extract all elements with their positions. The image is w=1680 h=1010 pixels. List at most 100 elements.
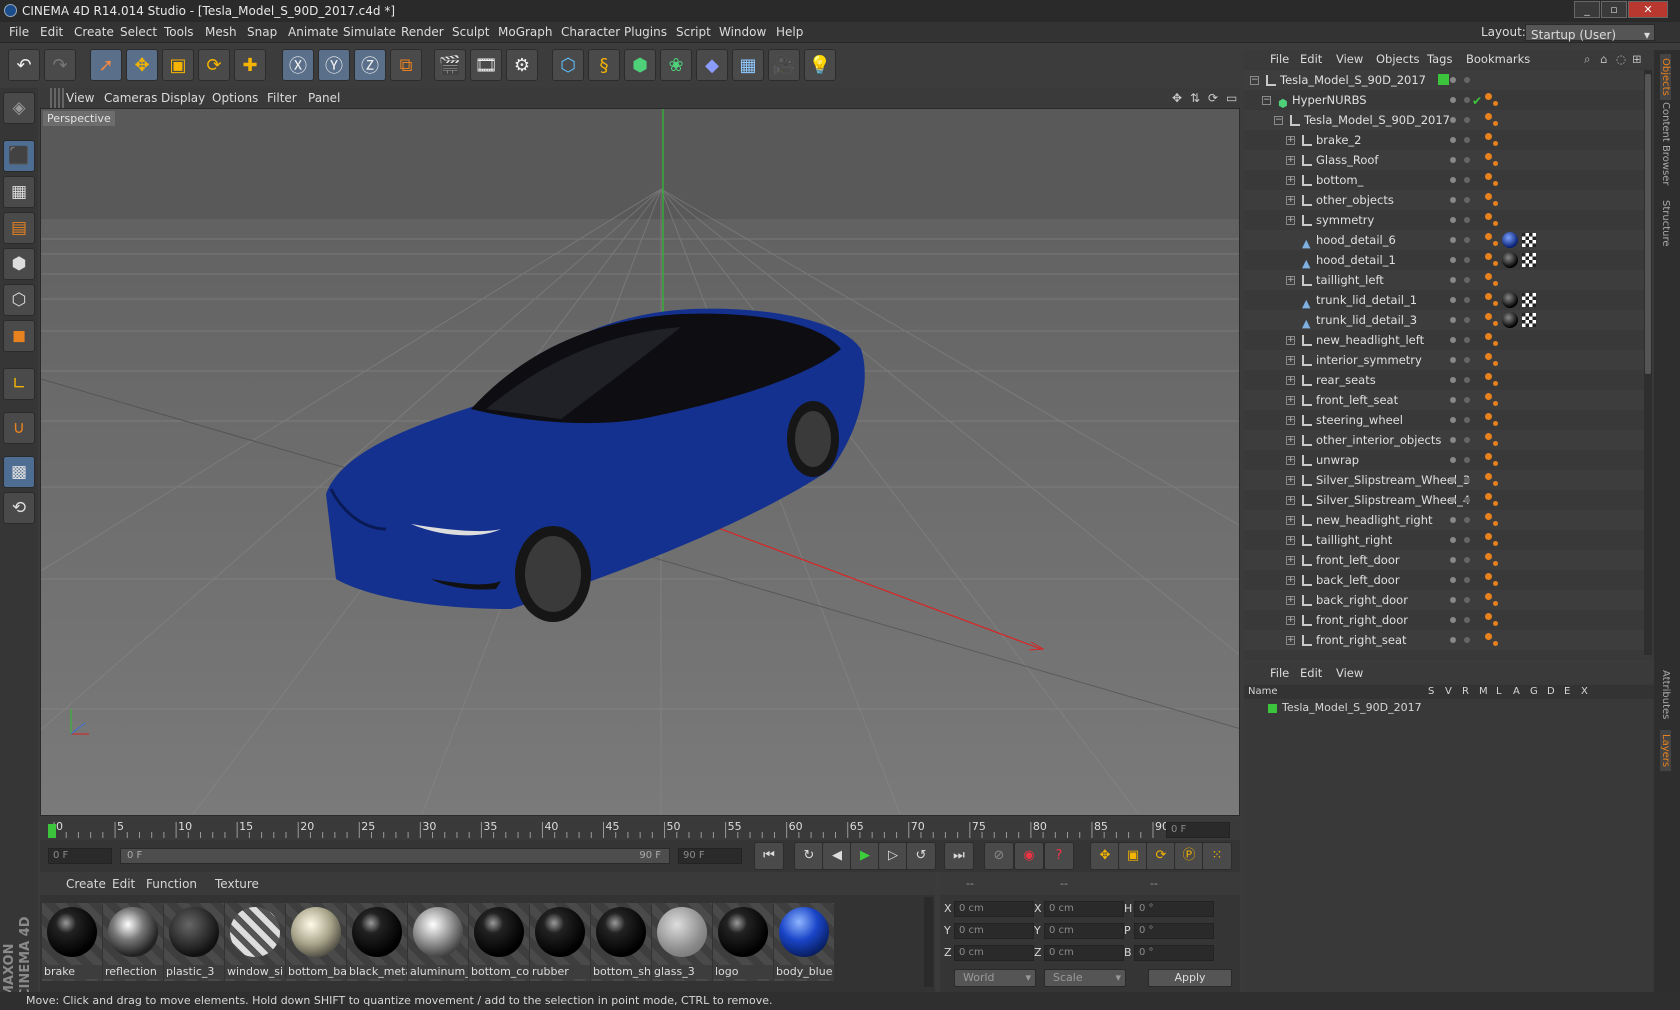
render-view-button[interactable]: 🎬: [434, 49, 466, 81]
object-row[interactable]: + back_right_door: [1244, 590, 1644, 610]
menu-simulate[interactable]: Simulate: [343, 22, 396, 43]
vp-menu-options[interactable]: Options: [212, 88, 258, 108]
add-deformer-button[interactable]: ◆: [696, 49, 728, 81]
menu-plugins[interactable]: Plugins: [624, 22, 667, 43]
coord-value-field[interactable]: 0 cm: [954, 945, 1034, 961]
start-frame-field[interactable]: 0 F: [48, 848, 112, 864]
phong-tag-icon[interactable]: [1485, 513, 1492, 520]
menu-snap[interactable]: Snap: [247, 22, 277, 43]
object-row[interactable]: ▲ trunk_lid_detail_3: [1244, 310, 1644, 330]
phong-tag-icon[interactable]: [1493, 141, 1498, 146]
editor-visibility-dot[interactable]: [1450, 497, 1456, 503]
editor-visibility-dot[interactable]: [1450, 177, 1456, 183]
phong-tag-icon[interactable]: [1485, 393, 1492, 400]
key-rotation-button[interactable]: ⟳: [1146, 842, 1176, 870]
phong-tag-icon[interactable]: [1493, 101, 1498, 106]
obj-menu-file[interactable]: File: [1270, 50, 1289, 68]
material-tag-icon[interactable]: [1502, 232, 1518, 248]
tab-attributes[interactable]: Attributes: [1660, 670, 1671, 719]
editor-visibility-dot[interactable]: [1450, 637, 1456, 643]
expand-toggle[interactable]: +: [1286, 176, 1295, 185]
expand-toggle[interactable]: +: [1286, 136, 1295, 145]
minimize-button[interactable]: _: [1574, 1, 1600, 18]
menu-mograph[interactable]: MoGraph: [498, 22, 553, 43]
render-visibility-dot[interactable]: [1464, 517, 1470, 523]
expand-toggle[interactable]: +: [1286, 596, 1295, 605]
object-row[interactable]: + rear_seats: [1244, 370, 1644, 390]
expand-toggle[interactable]: −: [1250, 76, 1259, 85]
material-swatch[interactable]: body_blue: [774, 903, 834, 981]
object-row[interactable]: + front_right_seat: [1244, 630, 1644, 650]
phong-tag-icon[interactable]: [1493, 341, 1498, 346]
vp-menu-panel[interactable]: Panel: [308, 88, 340, 108]
home-icon[interactable]: ⌂: [1600, 50, 1607, 68]
editor-visibility-dot[interactable]: [1450, 597, 1456, 603]
phong-tag-icon[interactable]: [1485, 493, 1492, 500]
menu-select[interactable]: Select: [120, 22, 157, 43]
expand-toggle[interactable]: −: [1274, 116, 1283, 125]
render-visibility-dot[interactable]: [1464, 557, 1470, 563]
checkmark-icon[interactable]: ✔: [1472, 91, 1482, 111]
phong-tag-icon[interactable]: [1485, 233, 1492, 240]
menu-window[interactable]: Window: [719, 22, 766, 43]
phong-tag-icon[interactable]: [1493, 501, 1498, 506]
menu-edit[interactable]: Edit: [40, 22, 63, 43]
apply-button[interactable]: Apply: [1148, 969, 1232, 987]
layout-dropdown[interactable]: Startup (User) ▾: [1525, 24, 1655, 42]
editor-visibility-dot[interactable]: [1450, 617, 1456, 623]
render-visibility-dot[interactable]: [1464, 257, 1470, 263]
new-window-icon[interactable]: ⊞: [1632, 50, 1642, 68]
vp-menu-cameras[interactable]: Cameras: [104, 88, 157, 108]
obj-menu-tags[interactable]: Tags: [1427, 50, 1452, 68]
menu-mesh[interactable]: Mesh: [205, 22, 237, 43]
object-row[interactable]: + front_left_door: [1244, 550, 1644, 570]
layer-col-l[interactable]: L: [1496, 685, 1502, 699]
layer-menu-file[interactable]: File: [1270, 663, 1289, 683]
material-swatch[interactable]: black_meta: [347, 903, 407, 981]
phong-tag-icon[interactable]: [1493, 561, 1498, 566]
phong-tag-icon[interactable]: [1485, 413, 1492, 420]
vp-menu-filter[interactable]: Filter: [267, 88, 297, 108]
layer-col-d[interactable]: D: [1547, 685, 1555, 699]
phong-tag-icon[interactable]: [1485, 373, 1492, 380]
editor-visibility-dot[interactable]: [1450, 577, 1456, 583]
maximize-view-icon[interactable]: ▭: [1226, 88, 1237, 108]
editor-visibility-dot[interactable]: [1450, 237, 1456, 243]
phong-tag-icon[interactable]: [1485, 573, 1492, 580]
coord-value-field[interactable]: 0 cm: [1044, 901, 1124, 917]
phong-tag-icon[interactable]: [1493, 621, 1498, 626]
layer-menu-edit[interactable]: Edit: [1300, 663, 1322, 683]
render-visibility-dot[interactable]: [1464, 417, 1470, 423]
object-scrollbar[interactable]: [1644, 70, 1652, 655]
render-visibility-dot[interactable]: [1464, 377, 1470, 383]
texture-mode-button[interactable]: ▦: [3, 176, 35, 208]
add-light-button[interactable]: 💡: [804, 49, 836, 81]
playhead[interactable]: [48, 824, 56, 838]
editor-visibility-dot[interactable]: [1450, 537, 1456, 543]
editor-visibility-dot[interactable]: [1450, 137, 1456, 143]
play-button[interactable]: ▶: [850, 842, 880, 870]
obj-menu-edit[interactable]: Edit: [1300, 50, 1322, 68]
phong-tag-icon[interactable]: [1485, 173, 1492, 180]
render-visibility-dot[interactable]: [1464, 137, 1470, 143]
layer-col-s[interactable]: S: [1428, 685, 1434, 699]
material-swatch[interactable]: rubber: [530, 903, 590, 981]
autokey-button[interactable]: ◉: [1014, 842, 1044, 870]
current-frame-field[interactable]: 0 F: [1166, 822, 1230, 838]
object-row[interactable]: + front_right_door: [1244, 610, 1644, 630]
eye-icon[interactable]: ◌: [1616, 50, 1626, 68]
recent-tool[interactable]: ✚: [234, 49, 266, 81]
editor-visibility-dot[interactable]: [1450, 437, 1456, 443]
uvw-tag-icon[interactable]: [1522, 233, 1536, 247]
editor-visibility-dot[interactable]: [1450, 557, 1456, 563]
menu-sculpt[interactable]: Sculpt: [452, 22, 489, 43]
object-row[interactable]: + Silver_Slipstream_Wheel_3: [1244, 470, 1644, 490]
material-swatch[interactable]: bottom_sh: [591, 903, 651, 981]
coord-value-field[interactable]: 0 cm: [1044, 945, 1124, 961]
phong-tag-icon[interactable]: [1485, 473, 1492, 480]
phong-tag-icon[interactable]: [1493, 641, 1498, 646]
mat-menu-edit[interactable]: Edit: [112, 877, 135, 891]
phong-tag-icon[interactable]: [1493, 241, 1498, 246]
move-tool[interactable]: ✥: [126, 49, 158, 81]
y-axis-toggle[interactable]: Ⓨ: [318, 49, 350, 81]
